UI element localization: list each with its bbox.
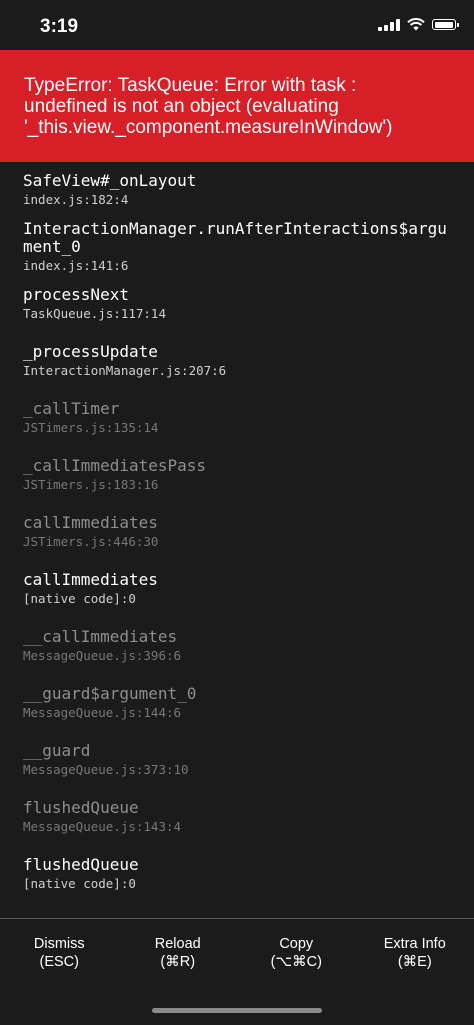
battery-icon xyxy=(432,19,459,30)
cellular-signal-icon xyxy=(378,18,400,31)
stack-frame[interactable]: __guard$argument_0 MessageQueue.js:144:6 xyxy=(23,685,454,721)
stack-frame[interactable]: processNext TaskQueue.js:117:14 xyxy=(23,286,454,322)
home-indicator[interactable] xyxy=(152,1008,322,1013)
stack-frame-location: [native code]:0 xyxy=(23,876,136,891)
stack-frame-location: MessageQueue.js:396:6 xyxy=(23,648,182,663)
footer-toolbar: Dismiss (ESC) Reload (⌘R) Copy (⌥⌘C) Ext… xyxy=(0,919,474,989)
stack-frame-method: InteractionManager.runAfterInteractions$… xyxy=(23,219,447,256)
stack-frame-location: MessageQueue.js:143:4 xyxy=(23,819,182,834)
dismiss-button[interactable]: Dismiss (ESC) xyxy=(0,919,119,989)
stack-frame-method: __guard xyxy=(23,741,91,760)
stack-trace-list[interactable]: SafeView#_onLayout index.js:182:4 Interact… xyxy=(0,162,474,918)
stack-frame-location: MessageQueue.js:144:6 xyxy=(23,705,182,720)
stack-frame[interactable]: callImmediates [native code]:0 xyxy=(23,571,454,607)
stack-frame-method: _callTimer xyxy=(23,399,120,418)
stack-frame-location: JSTimers.js:446:30 xyxy=(23,534,159,549)
stack-frame-location: InteractionManager.js:207:6 xyxy=(23,363,227,378)
copy-button[interactable]: Copy (⌥⌘C) xyxy=(237,919,356,989)
stack-frame-method: __callImmediates xyxy=(23,627,178,646)
copy-button-label: Copy (⌥⌘C) xyxy=(270,936,322,970)
stack-frame[interactable]: __callImmediates MessageQueue.js:396:6 xyxy=(23,628,454,664)
stack-frame-method: flushedQueue xyxy=(23,855,139,874)
stack-frame-location: index.js:141:6 xyxy=(23,258,129,273)
extra-info-button-label: Extra Info (⌘E) xyxy=(383,936,446,970)
stack-frame[interactable]: flushedQueue MessageQueue.js:143:4 xyxy=(23,799,454,835)
reload-button[interactable]: Reload (⌘R) xyxy=(119,919,238,989)
status-bar: 3:19 xyxy=(0,0,474,50)
error-message: TypeError: TaskQueue: Error with task : … xyxy=(24,75,393,138)
stack-frame[interactable]: _callTimer JSTimers.js:135:14 xyxy=(23,400,454,436)
stack-frame-method: SafeView#_onLayout xyxy=(23,171,197,190)
battery-level xyxy=(434,21,453,28)
stack-frame[interactable]: SafeView#_onLayout index.js:182:4 xyxy=(23,172,454,208)
status-time: 3:19 xyxy=(40,16,79,37)
stack-frame[interactable]: callImmediates JSTimers.js:446:30 xyxy=(23,514,454,550)
wifi-icon xyxy=(407,18,425,31)
stack-frame-method: _processUpdate xyxy=(23,342,158,361)
extra-info-button[interactable]: Extra Info (⌘E) xyxy=(356,919,474,989)
stack-frame-location: TaskQueue.js:117:14 xyxy=(23,306,166,321)
stack-frame-location: JSTimers.js:183:16 xyxy=(23,477,159,492)
stack-frame-location: JSTimers.js:135:14 xyxy=(23,420,159,435)
status-icons xyxy=(378,18,459,31)
dismiss-button-label: Dismiss (ESC) xyxy=(33,936,85,970)
reload-button-label: Reload (⌘R) xyxy=(154,936,201,970)
stack-frame-method: _callImmediatesPass xyxy=(23,456,207,475)
error-header: TypeError: TaskQueue: Error with task : … xyxy=(0,50,474,162)
stack-frame[interactable]: _callImmediatesPass JSTimers.js:183:16 xyxy=(23,457,454,493)
stack-frame-method: callImmediates xyxy=(23,570,158,589)
stack-frame[interactable]: flushedQueue [native code]:0 xyxy=(23,856,454,892)
stack-frame[interactable]: _processUpdate InteractionManager.js:207:… xyxy=(23,343,454,379)
stack-frame[interactable]: __guard MessageQueue.js:373:10 xyxy=(23,742,454,778)
stack-frame-location: MessageQueue.js:373:10 xyxy=(23,762,189,777)
stack-frame-location: [native code]:0 xyxy=(23,591,136,606)
stack-frame-method: processNext xyxy=(23,285,129,304)
stack-frame-method: __guard$argument_0 xyxy=(23,684,197,703)
stack-frame[interactable]: InteractionManager.runAfterInteractions$… xyxy=(23,220,454,274)
stack-frame-method: flushedQueue xyxy=(23,798,139,817)
stack-frame-method: callImmediates xyxy=(23,513,158,532)
stack-frame-location: index.js:182:4 xyxy=(23,192,129,207)
